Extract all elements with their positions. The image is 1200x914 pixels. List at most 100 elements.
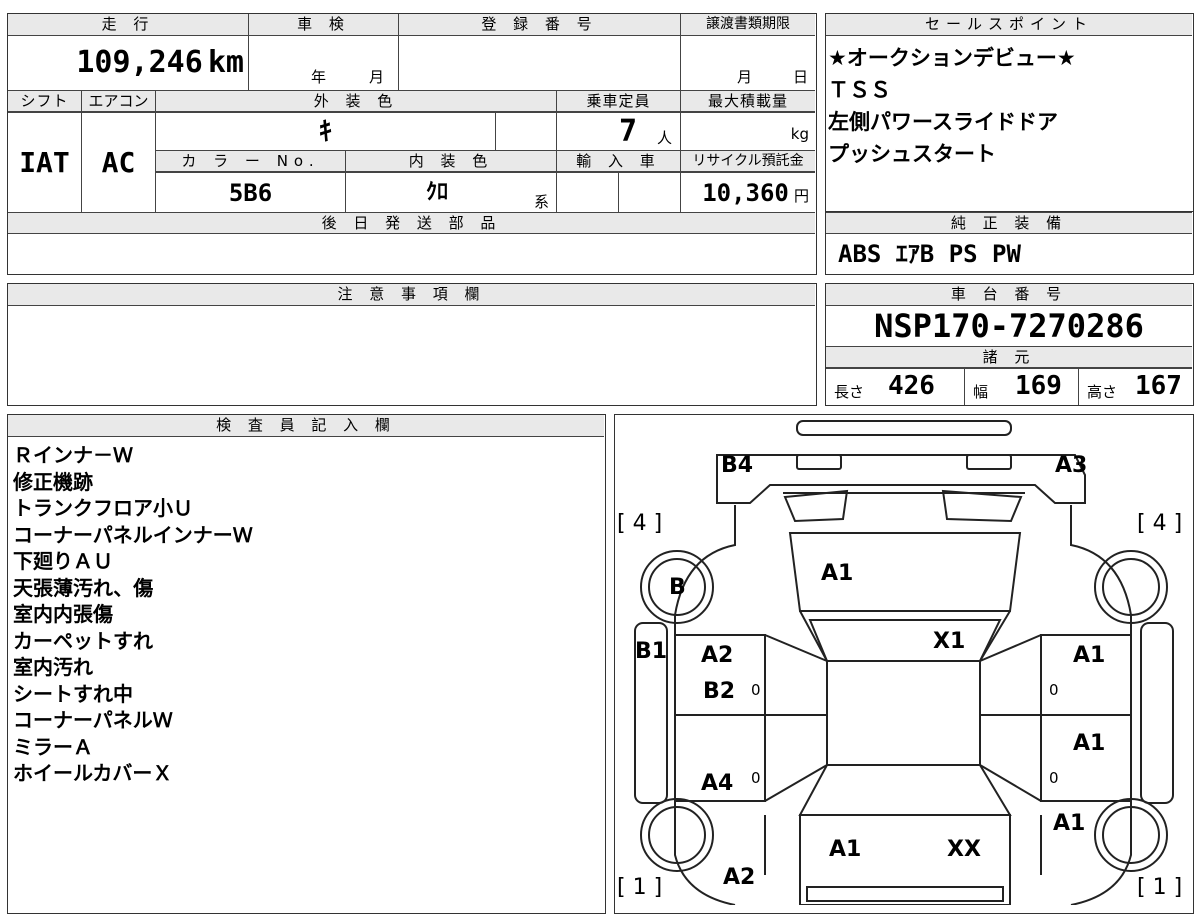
- inspector-note: カーペットすれ: [13, 628, 153, 653]
- panel-label: B4: [721, 453, 754, 478]
- tire-tread-rear-left: [ 1 ]: [617, 875, 663, 900]
- panel-label: X1: [933, 629, 966, 654]
- interior-color-value: ｸﾛ: [426, 180, 449, 205]
- inspector-note: シートすれ中: [13, 681, 133, 706]
- inspector-note: 下廻りＡＵ: [13, 549, 113, 573]
- standard-equipment-block: 純 正 装 備 ABS ｴｱB PS PW: [825, 212, 1194, 275]
- panel-label: A1: [821, 561, 854, 586]
- shift-header: シフト: [8, 90, 81, 112]
- spec-length-label: 長さ: [834, 383, 865, 401]
- aircon-value: AC: [81, 112, 155, 212]
- transfer-month-unit: 月: [737, 68, 753, 86]
- chassis-no-value: NSP170-7270286: [874, 307, 1144, 345]
- import-cell-1: [556, 172, 618, 212]
- panel-label: A4: [701, 771, 734, 796]
- spec-height-cell: 高さ 167: [1078, 368, 1192, 405]
- panel-marker: 0: [1049, 769, 1059, 787]
- panel-marker: 0: [751, 769, 761, 787]
- transfer-deadline-header: 譲渡書類期限: [680, 14, 815, 36]
- panel-label: A2: [723, 865, 756, 890]
- transfer-deadline-cell: 月 日: [680, 36, 815, 90]
- inspection-year-unit: 年: [311, 68, 327, 86]
- vehicle-info-block: 走 行 車 検 登 録 番 号 譲渡書類期限 109,246 km 年 月 月 …: [7, 13, 817, 275]
- panel-label: B1: [635, 639, 668, 664]
- color-no-header: カ ラ ー No.: [155, 150, 345, 172]
- color-no-value: 5B6: [155, 172, 345, 212]
- spec-width-label: 幅: [973, 383, 989, 401]
- registration-header: 登 録 番 号: [398, 14, 680, 36]
- inspection-header: 車 検: [248, 14, 398, 36]
- interior-color-unit: 系: [534, 193, 550, 211]
- max-load-unit: kg: [790, 125, 809, 143]
- capacity-cell: 7 人: [556, 112, 680, 150]
- tire-tread-rear-right: [ 1 ]: [1137, 875, 1183, 900]
- standard-equipment-value: ABS ｴｱB PS PW: [838, 240, 1021, 268]
- transfer-day-unit: 日: [793, 68, 809, 86]
- sales-points-block: セールスポイント ★オークションデビュー★ ＴＳＳ 左側パワースライドドア プッ…: [825, 13, 1194, 212]
- capacity-header: 乗車定員: [556, 90, 680, 112]
- inspector-note: ホイールカバーＸ: [13, 761, 173, 785]
- caution-header: 注 意 事 項 欄: [8, 284, 815, 306]
- inspector-notes-list: Ｒインナ－Ｗ 修正機跡 トランクフロア小Ｕ コーナーパネルインナーＷ 下廻りＡＵ…: [13, 442, 253, 787]
- caution-block: 注 意 事 項 欄: [7, 283, 817, 406]
- panel-label: A1: [1073, 731, 1106, 756]
- recycle-fee-value: 10,360: [702, 179, 789, 207]
- max-load-cell: kg: [680, 112, 815, 150]
- spec-height-label: 高さ: [1087, 383, 1118, 401]
- inspector-note: コーナーパネルＷ: [13, 708, 173, 732]
- import-header: 輸 入 車: [556, 150, 680, 172]
- spec-length-cell: 長さ 426: [826, 368, 964, 405]
- inspector-note: コーナーパネルインナーＷ: [13, 522, 253, 547]
- capacity-unit: 人: [657, 129, 673, 147]
- capacity-value: 7: [619, 114, 638, 149]
- spec-length-value: 426: [888, 371, 935, 401]
- recycle-fee-header: リサイクル預託金: [680, 150, 815, 172]
- mileage-value: 109,246: [76, 45, 203, 80]
- tire-tread-front-right: [ 4 ]: [1137, 511, 1183, 536]
- panel-label: A1: [1073, 643, 1106, 668]
- mileage-value-cell: 109,246 km: [8, 36, 248, 90]
- aircon-header: エアコン: [81, 90, 155, 112]
- inspector-note: Ｒインナ－Ｗ: [13, 443, 133, 467]
- inspector-note: 室内汚れ: [13, 655, 93, 679]
- inspection-month-unit: 月: [369, 68, 385, 86]
- shift-value: IAT: [8, 112, 81, 212]
- sales-points-header: セールスポイント: [826, 14, 1192, 36]
- import-cell-2: [618, 172, 680, 212]
- spec-width-cell: 幅 169: [964, 368, 1078, 405]
- later-parts-header: 後 日 発 送 部 品: [8, 212, 815, 234]
- tire-tread-front-left: [ 4 ]: [617, 511, 663, 536]
- panel-label: A2: [701, 643, 734, 668]
- inspector-header: 検 査 員 記 入 欄: [8, 415, 604, 437]
- chassis-block: 車 台 番 号 NSP170-7270286 諸 元 長さ 426 幅 169 …: [825, 283, 1194, 406]
- inspector-note: トランクフロア小Ｕ: [13, 496, 193, 520]
- inspector-note: 天張薄汚れ、傷: [13, 575, 154, 600]
- panel-label: B2: [703, 679, 736, 704]
- inspector-note: 修正機跡: [13, 469, 93, 494]
- standard-equipment-header: 純 正 装 備: [826, 212, 1192, 234]
- chassis-no-header: 車 台 番 号: [826, 284, 1192, 306]
- mileage-header: 走 行: [8, 14, 248, 36]
- exterior-color-header: 外 装 色: [155, 90, 556, 112]
- panel-label: A1: [1053, 811, 1086, 836]
- mileage-unit: km: [207, 45, 244, 80]
- panel-marker: 0: [1049, 681, 1059, 699]
- sales-point-item: 左側パワースライドドア: [828, 110, 1058, 134]
- inspection-value-cell: 年 月: [248, 36, 398, 90]
- sales-point-item: プッシュスタート: [828, 142, 996, 166]
- spec-height-value: 167: [1135, 371, 1182, 401]
- interior-color-cell: ｸﾛ 系: [345, 172, 556, 212]
- sales-point-item: ★オークションデビュー★: [828, 46, 1076, 70]
- car-damage-diagram: B4 A3 [ 4 ] [ 4 ] A1 B B1 X1 A2 A1 B2 0 …: [614, 414, 1194, 914]
- recycle-fee-cell: 10,360 円: [680, 172, 815, 212]
- registration-value: [398, 36, 680, 90]
- inspector-block: 検 査 員 記 入 欄 Ｒインナ－Ｗ 修正機跡 トランクフロア小Ｕ コーナーパネ…: [7, 414, 606, 914]
- inspector-note: 室内内張傷: [13, 602, 113, 626]
- max-load-header: 最大積載量: [680, 90, 815, 112]
- panel-marker: 0: [751, 681, 761, 699]
- specs-header: 諸 元: [826, 346, 1192, 368]
- panel-label: XX: [947, 837, 981, 862]
- spec-width-value: 169: [1015, 371, 1062, 401]
- exterior-color-value: ｷ: [155, 112, 495, 150]
- sales-points-list: ★オークションデビュー★ ＴＳＳ 左側パワースライドドア プッシュスタート: [828, 42, 1190, 170]
